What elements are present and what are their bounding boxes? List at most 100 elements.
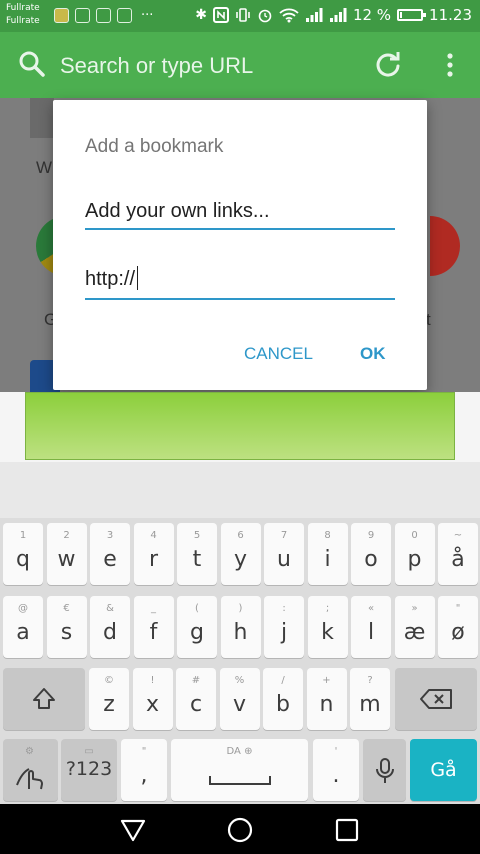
key-label: r bbox=[148, 547, 159, 572]
add-bookmark-dialog: Add a bookmark http:// CANCEL OK bbox=[53, 100, 427, 390]
key-l[interactable]: «l bbox=[351, 596, 391, 658]
key-m[interactable]: ? m bbox=[350, 668, 390, 730]
notification-icon bbox=[54, 8, 69, 23]
clock: 11.23 bbox=[429, 6, 472, 24]
key-j[interactable]: :j bbox=[264, 596, 304, 658]
bluetooth-icon: ✱ bbox=[195, 7, 207, 23]
key-i[interactable]: 8i bbox=[307, 523, 348, 585]
gesture-key[interactable]: ⚙ bbox=[3, 739, 58, 801]
key-e[interactable]: 3e bbox=[90, 523, 130, 585]
alarm-icon bbox=[258, 9, 272, 23]
key-label: d bbox=[103, 620, 117, 645]
voice-input-key[interactable] bbox=[363, 739, 406, 801]
space-key[interactable]: DA ⊕ bbox=[171, 739, 308, 801]
text-caret bbox=[137, 266, 139, 290]
bookmark-url-value: http:// bbox=[85, 266, 139, 291]
period-key[interactable]: ' . bbox=[313, 739, 359, 801]
key-label: m bbox=[359, 692, 381, 717]
url-search-input[interactable] bbox=[58, 50, 342, 82]
signal-icon bbox=[329, 8, 347, 22]
key-label: ø bbox=[451, 620, 465, 645]
key-label: s bbox=[60, 620, 73, 645]
signal-icon bbox=[305, 8, 323, 22]
key-n[interactable]: + n bbox=[306, 668, 347, 730]
key-label: q bbox=[16, 547, 30, 572]
key-w[interactable]: 2w bbox=[46, 523, 87, 585]
swipe-gesture-icon bbox=[16, 768, 43, 790]
key-z[interactable]: © z bbox=[89, 668, 129, 730]
key-æ[interactable]: » æ bbox=[394, 596, 435, 658]
search-icon[interactable] bbox=[18, 50, 46, 78]
navigation-bar bbox=[0, 804, 480, 854]
go-key[interactable]: Gå bbox=[410, 739, 477, 801]
key-y[interactable]: 6y bbox=[220, 523, 261, 585]
key-h[interactable]: ) h bbox=[220, 596, 261, 658]
carrier-label: Fullrate Fullrate bbox=[6, 2, 40, 28]
refresh-icon[interactable] bbox=[374, 51, 402, 79]
language-label: DA ⊕ bbox=[226, 746, 253, 757]
ok-button[interactable]: OK bbox=[360, 344, 386, 364]
key-hint: : bbox=[282, 603, 286, 614]
soft-keyboard: 1 q 2 w 3 e 4 r 5 t 6 y 7 u 8 i 9 o 0 p ~ å @ a € s & d _ f(g) h: j; k «… bbox=[0, 518, 480, 804]
key-hint: _ bbox=[151, 603, 156, 614]
key-f[interactable]: _ f bbox=[133, 596, 174, 658]
recent-apps-icon[interactable] bbox=[333, 816, 361, 844]
key-o[interactable]: 9o bbox=[351, 523, 391, 585]
key-t[interactable]: 5t bbox=[177, 523, 217, 585]
key-p[interactable]: 0p bbox=[394, 523, 435, 585]
more-notifications-icon: ··· bbox=[141, 8, 154, 23]
key-hint: 1 bbox=[19, 530, 27, 541]
back-icon[interactable] bbox=[119, 816, 147, 844]
background-label: W bbox=[36, 158, 53, 177]
bookmark-name-field[interactable] bbox=[85, 194, 395, 230]
status-bar: Fullrate Fullrate ··· ✱ 12 % 11.23 bbox=[0, 0, 480, 32]
background-tile bbox=[30, 98, 54, 138]
key-x[interactable]: ! x bbox=[132, 668, 173, 730]
key-k[interactable]: ; k bbox=[307, 596, 348, 658]
key-hint: & bbox=[106, 603, 114, 614]
key-hint: « bbox=[367, 603, 375, 614]
comma-key[interactable]: " , bbox=[121, 739, 167, 801]
emoji-hint-icon: ▭ bbox=[84, 746, 94, 757]
key-s[interactable]: € s bbox=[46, 596, 87, 658]
key-hint: @ bbox=[18, 603, 28, 614]
carrier-2: Fullrate bbox=[6, 16, 40, 26]
key-hint: © bbox=[104, 675, 114, 686]
key-hint: 6 bbox=[237, 530, 244, 541]
key-c[interactable]: # c bbox=[176, 668, 216, 730]
key-ø[interactable]: " ø bbox=[438, 596, 478, 658]
key-label: p bbox=[407, 547, 422, 572]
key-g[interactable]: (g bbox=[177, 596, 217, 658]
key-å[interactable]: ~ å bbox=[438, 523, 478, 585]
nfc-icon bbox=[212, 7, 229, 23]
bookmark-url-field[interactable]: http:// bbox=[85, 262, 395, 300]
key-q[interactable]: 1q bbox=[3, 523, 43, 585]
key-label: y bbox=[233, 547, 248, 572]
wifi-icon bbox=[279, 8, 299, 23]
key-label: h bbox=[233, 620, 248, 645]
symbols-key[interactable]: ▭ ?123 bbox=[61, 739, 117, 801]
key-label: a bbox=[16, 620, 30, 645]
key-b[interactable]: / b bbox=[263, 668, 303, 730]
key-v[interactable]: % v bbox=[219, 668, 260, 730]
key-label: k bbox=[321, 620, 334, 645]
gallery-notification-icon bbox=[75, 8, 90, 23]
key-label: l bbox=[367, 620, 375, 645]
key-label: æ bbox=[403, 620, 426, 645]
cancel-button[interactable]: CANCEL bbox=[244, 344, 313, 364]
dialog-title: Add a bookmark bbox=[85, 136, 224, 157]
backspace-key[interactable] bbox=[395, 668, 477, 730]
key-hint: 0 bbox=[411, 530, 418, 541]
key-a[interactable]: @ a bbox=[3, 596, 43, 658]
key-r[interactable]: 4r bbox=[133, 523, 174, 585]
browser-toolbar bbox=[0, 32, 480, 98]
overflow-menu-icon[interactable] bbox=[440, 50, 460, 80]
key-hint: 3 bbox=[106, 530, 114, 541]
key-d[interactable]: & d bbox=[90, 596, 130, 658]
shift-key[interactable] bbox=[3, 668, 85, 730]
home-icon[interactable] bbox=[226, 816, 254, 844]
gallery-notification-icon bbox=[96, 8, 111, 23]
key-u[interactable]: 7u bbox=[264, 523, 304, 585]
notification-icons: ··· bbox=[54, 8, 153, 23]
key-hint: 7 bbox=[280, 530, 288, 541]
